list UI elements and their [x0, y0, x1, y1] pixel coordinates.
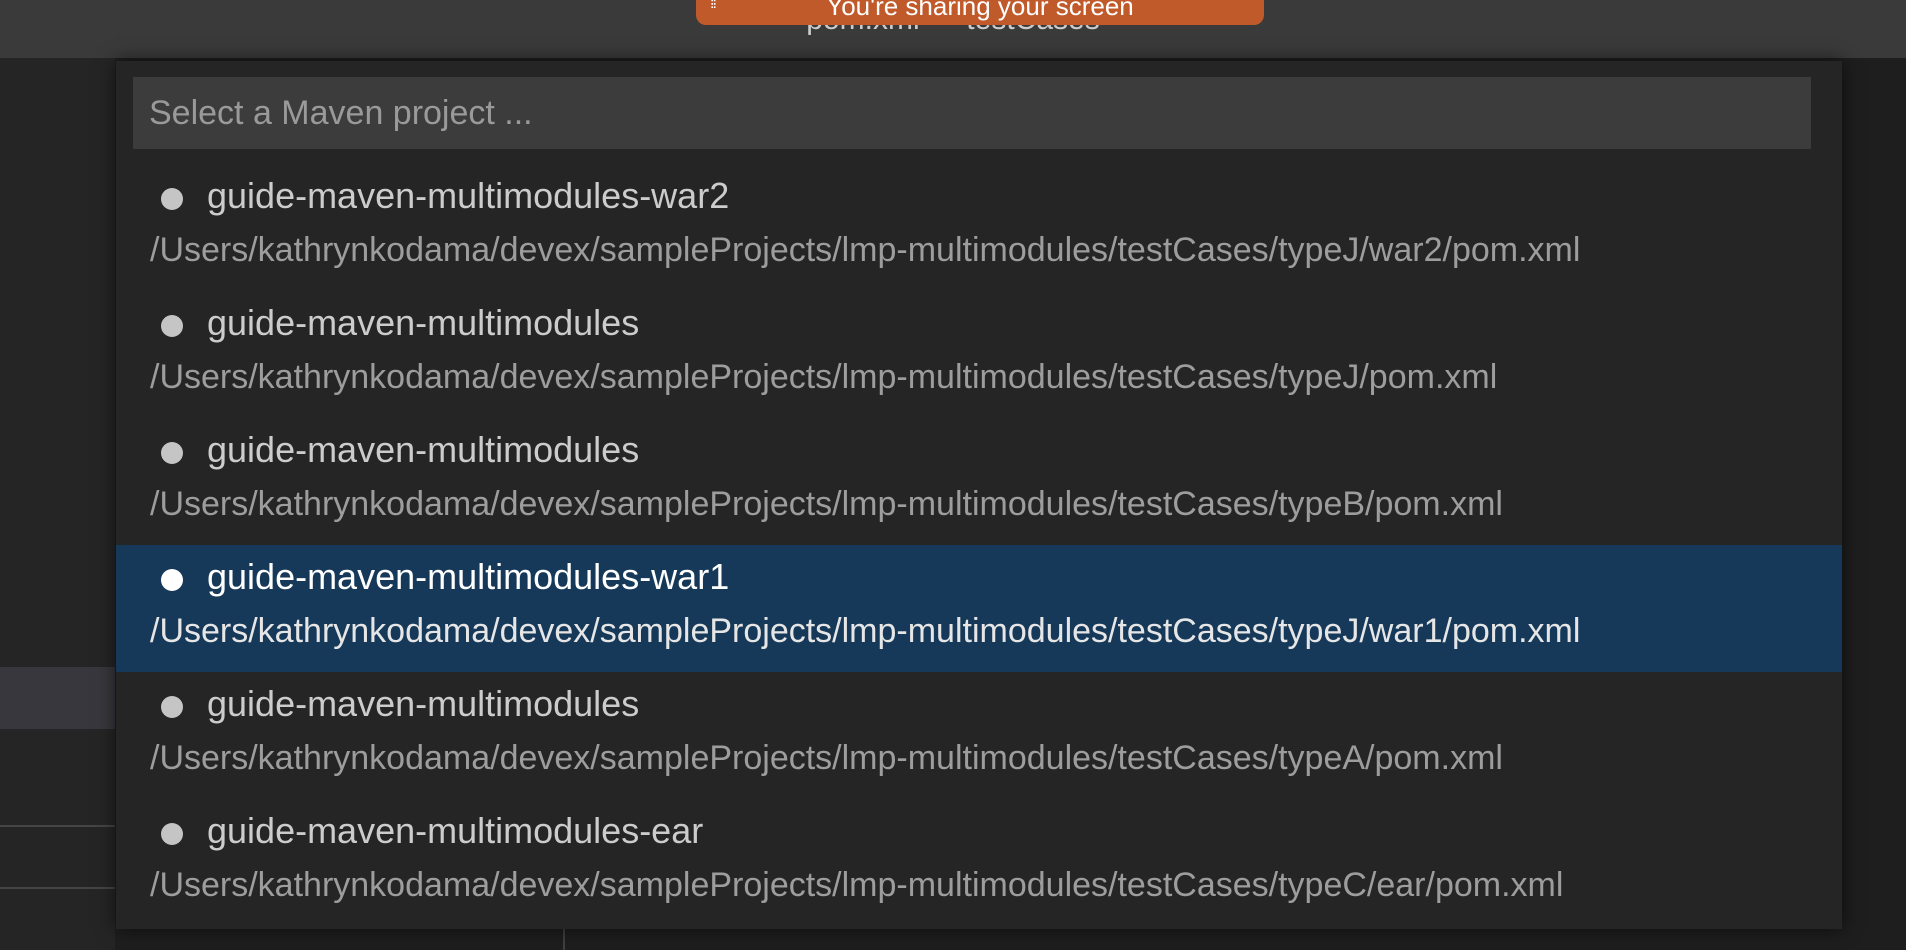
- circle-icon: [161, 315, 183, 337]
- quick-pick-item-selected[interactable]: guide-maven-multimodules-war1 /Users/kat…: [116, 545, 1842, 672]
- quick-pick-item-description: /Users/kathrynkodama/devex/sampleProject…: [150, 231, 1581, 269]
- quick-pick-item[interactable]: guide-maven-multimodules-ear /Users/kath…: [116, 799, 1842, 926]
- quick-pick-item-description: /Users/kathrynkodama/devex/sampleProject…: [150, 612, 1581, 650]
- sidebar-selected-row[interactable]: [0, 667, 115, 729]
- maven-project-quick-pick: guide-maven-multimodules-war2 /Users/kat…: [116, 61, 1842, 929]
- circle-icon: [161, 442, 183, 464]
- sidebar-divider: [0, 887, 115, 889]
- circle-icon: [161, 188, 183, 210]
- quick-pick-item[interactable]: guide-maven-multimodules /Users/kathrynk…: [116, 291, 1842, 418]
- circle-icon: [161, 823, 183, 845]
- quick-pick-item-label: guide-maven-multimodules-war1: [207, 556, 730, 597]
- quick-pick-item-label: guide-maven-multimodules-war2: [207, 175, 730, 216]
- screen-share-text: You're sharing your screen: [826, 0, 1134, 21]
- quick-pick-item-label: guide-maven-multimodules: [207, 429, 640, 470]
- sidebar: [0, 58, 115, 950]
- circle-icon: [161, 569, 183, 591]
- quick-pick-item[interactable]: guide-maven-multimodules-war2 /Users/kat…: [116, 164, 1842, 291]
- quick-pick-item[interactable]: guide-maven-multimodules /Users/kathrynk…: [116, 672, 1842, 799]
- quick-pick-item-description: /Users/kathrynkodama/devex/sampleProject…: [150, 485, 1503, 523]
- screen-share-banner[interactable]: ⁞⁞ You're sharing your screen: [696, 0, 1264, 25]
- quick-pick-list: guide-maven-multimodules-war2 /Users/kat…: [116, 164, 1842, 926]
- quick-pick-item-description: /Users/kathrynkodama/devex/sampleProject…: [150, 739, 1503, 777]
- circle-icon: [161, 696, 183, 718]
- drag-handle-icon[interactable]: ⁞⁞: [710, 0, 717, 12]
- quick-pick-item-description: /Users/kathrynkodama/devex/sampleProject…: [150, 358, 1498, 396]
- quick-pick-item-label: guide-maven-multimodules: [207, 683, 640, 724]
- quick-pick-input[interactable]: [133, 77, 1811, 149]
- quick-pick-item-label: guide-maven-multimodules-ear: [207, 810, 704, 851]
- sidebar-divider: [0, 825, 115, 827]
- quick-pick-item-description: /Users/kathrynkodama/devex/sampleProject…: [150, 866, 1564, 904]
- quick-pick-item-label: guide-maven-multimodules: [207, 302, 640, 343]
- quick-pick-item[interactable]: guide-maven-multimodules /Users/kathrynk…: [116, 418, 1842, 545]
